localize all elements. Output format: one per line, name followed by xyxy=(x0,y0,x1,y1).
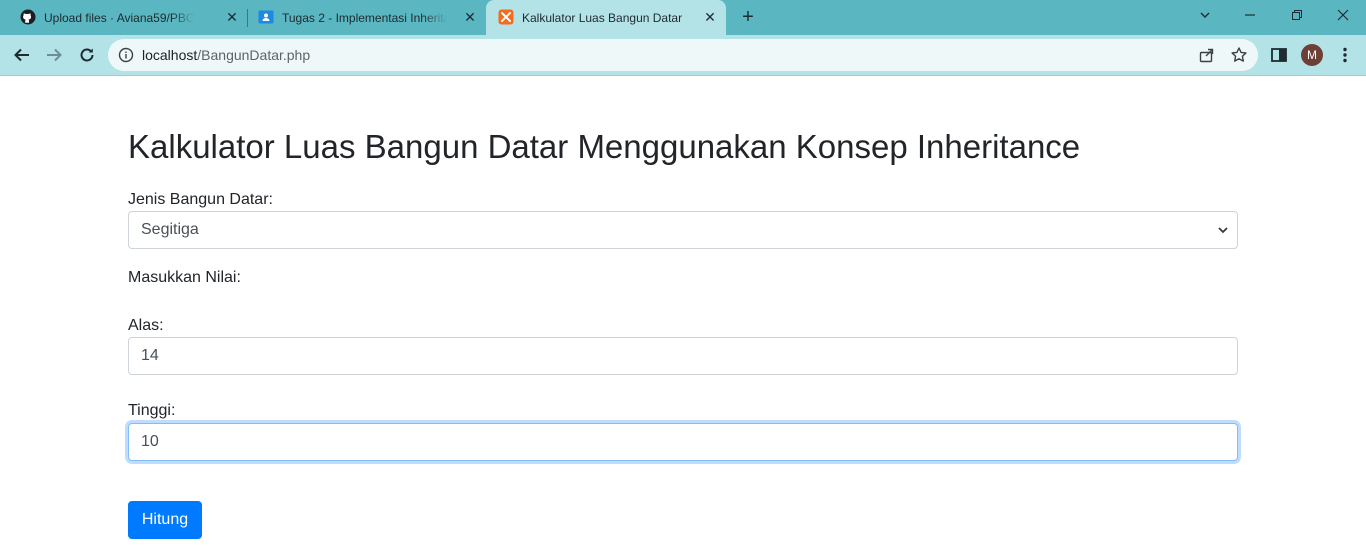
close-icon[interactable]: ✕ xyxy=(462,9,478,25)
forward-button[interactable] xyxy=(42,43,66,67)
minimize-icon[interactable] xyxy=(1238,4,1262,26)
tab-title: Upload files · Aviana59/PBO_Tugas xyxy=(44,11,194,25)
side-panel-icon[interactable] xyxy=(1268,44,1290,66)
close-icon[interactable]: ✕ xyxy=(702,9,718,25)
star-icon[interactable] xyxy=(1230,46,1248,64)
reload-button[interactable] xyxy=(75,43,99,67)
alas-label: Alas: xyxy=(128,317,164,334)
info-icon[interactable] xyxy=(118,47,134,63)
shape-type-selected-value: Segitiga xyxy=(141,221,199,238)
url-host: localhost xyxy=(142,47,198,63)
back-button[interactable] xyxy=(10,43,34,67)
address-bar[interactable]: localhost/BangunDatar.php xyxy=(108,39,1258,71)
restore-icon[interactable] xyxy=(1285,4,1309,26)
shape-type-label: Jenis Bangun Datar: xyxy=(128,191,273,208)
tinggi-input[interactable]: 10 xyxy=(128,423,1238,461)
values-label: Masukkan Nilai: xyxy=(128,269,241,286)
arrow-left-icon xyxy=(14,48,29,62)
xampp-icon xyxy=(498,9,514,25)
tab-github-upload[interactable]: Upload files · Aviana59/PBO_Tugas ✕ xyxy=(0,0,245,35)
url-path: /BangunDatar.php xyxy=(197,47,311,63)
more-vert-icon[interactable] xyxy=(1334,44,1356,66)
share-icon[interactable] xyxy=(1198,46,1216,64)
profile-avatar[interactable]: M xyxy=(1301,44,1323,66)
close-icon[interactable]: ✕ xyxy=(224,9,240,25)
tab-classroom[interactable]: Tugas 2 - Implementasi Inheritance ✕ xyxy=(248,0,486,35)
reload-icon xyxy=(80,48,94,62)
tab-search-chevron-icon[interactable] xyxy=(1193,4,1217,26)
shape-type-select[interactable]: Segitiga xyxy=(128,211,1238,249)
tinggi-label: Tinggi: xyxy=(128,402,176,419)
tab-kalkulator-active[interactable]: Kalkulator Luas Bangun Datar ✕ xyxy=(486,0,726,35)
browser-toolbar: localhost/BangunDatar.php M xyxy=(0,35,1366,76)
github-icon xyxy=(20,9,36,25)
page-content: Kalkulator Luas Bangun Datar Menggunakan… xyxy=(0,77,1366,554)
tab-strip: Upload files · Aviana59/PBO_Tugas ✕ Tuga… xyxy=(0,0,1366,35)
url-text[interactable]: localhost/BangunDatar.php xyxy=(142,47,310,63)
tab-title: Tugas 2 - Implementasi Inheritance xyxy=(282,11,447,25)
alas-input[interactable]: 14 xyxy=(128,337,1238,375)
tab-title: Kalkulator Luas Bangun Datar xyxy=(522,11,683,25)
page-title: Kalkulator Luas Bangun Datar Menggunakan… xyxy=(128,128,1081,165)
new-tab-button[interactable]: + xyxy=(738,7,758,27)
chevron-down-icon xyxy=(1218,227,1228,234)
classroom-icon xyxy=(258,10,274,24)
hitung-button[interactable]: Hitung xyxy=(128,501,202,539)
arrow-right-icon xyxy=(47,48,62,62)
close-window-icon[interactable] xyxy=(1331,4,1355,26)
